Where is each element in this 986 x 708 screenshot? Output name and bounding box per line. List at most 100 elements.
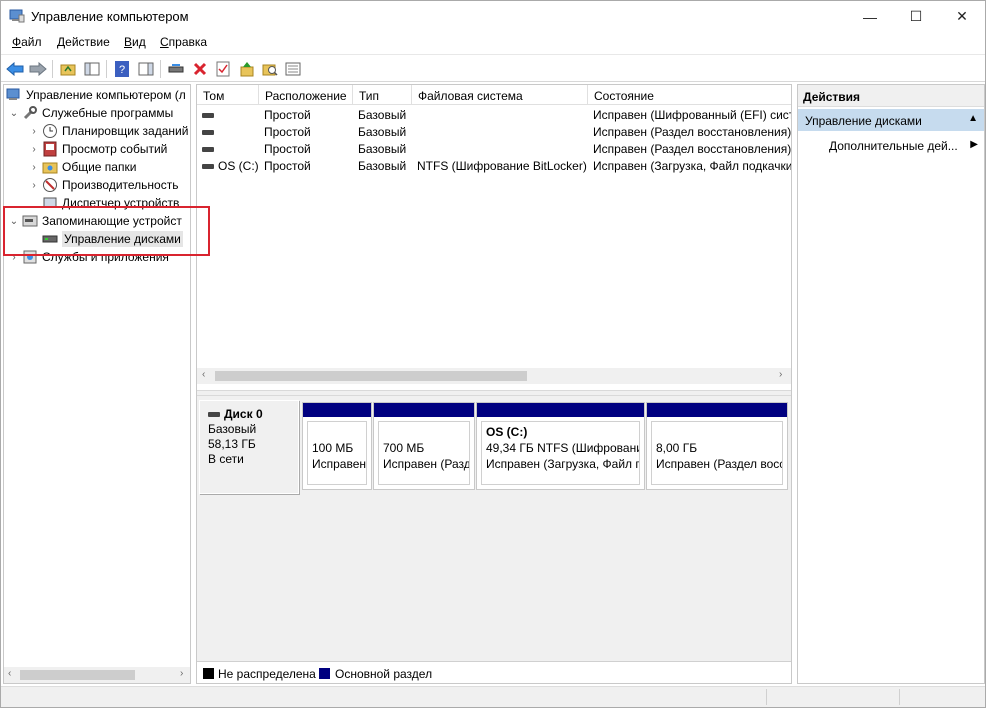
minimize-button[interactable]: — <box>847 1 893 32</box>
help-button[interactable]: ? <box>112 59 132 79</box>
disk-management-icon <box>42 231 58 247</box>
column-header-filesystem[interactable]: Файловая система <box>412 85 588 105</box>
menu-view[interactable]: Вид <box>124 35 146 49</box>
partition-efi[interactable]: 100 МБ Исправен <box>302 402 372 490</box>
tree-item-system-tools[interactable]: ⌄ Служебные программы <box>8 104 173 122</box>
actions-section-disk-management[interactable]: Управление дисками ▲ <box>798 109 984 131</box>
menu-help[interactable]: Справка <box>160 35 207 49</box>
column-header-type[interactable]: Тип <box>353 85 412 105</box>
tree-item-services-applications[interactable]: › Службы и приложения <box>8 248 169 266</box>
back-button[interactable] <box>5 59 25 79</box>
title-bar: Управление компьютером — ☐ ✕ <box>1 1 985 32</box>
scroll-right-icon[interactable]: › <box>180 668 183 679</box>
tree-item-computer-management[interactable]: Управление компьютером (л <box>4 86 186 104</box>
show-hide-tree-button[interactable] <box>82 59 102 79</box>
chevron-down-icon[interactable]: ⌄ <box>8 108 20 119</box>
column-header-volume[interactable]: Том <box>197 85 259 105</box>
collapse-up-icon[interactable]: ▲ <box>968 113 978 124</box>
menu-file[interactable]: Файл <box>12 35 42 49</box>
scrollbar-thumb[interactable] <box>20 670 135 680</box>
tree-item-task-scheduler[interactable]: › Планировщик заданий <box>28 122 188 140</box>
table-row[interactable]: OS (C:) Простой Базовый NTFS (Шифрование… <box>197 157 791 174</box>
volume-list-horizontal-scrollbar[interactable]: ‹ › <box>197 368 791 384</box>
volume-cell <box>202 125 218 139</box>
table-row[interactable]: Простой Базовый Исправен (Раздел восстан… <box>197 140 791 157</box>
status-cell: Исправен (Раздел восстановления) <box>593 125 791 139</box>
tree-item-event-viewer[interactable]: › Просмотр событий <box>28 140 167 158</box>
event-viewer-icon <box>42 141 58 157</box>
partition-recovery-1[interactable]: 700 МБ Исправен (Разд <box>373 402 475 490</box>
status-bar <box>1 686 985 707</box>
table-row[interactable]: Простой Базовый Исправен (Раздел восстан… <box>197 123 791 140</box>
disk-icon <box>208 412 220 418</box>
chevron-right-icon[interactable]: › <box>28 126 40 137</box>
volume-cell <box>202 142 218 156</box>
partition-recovery-2[interactable]: 8,00 ГБ Исправен (Раздел восс <box>646 402 788 490</box>
properties-button[interactable] <box>213 59 233 79</box>
clock-icon <box>42 123 58 139</box>
console-tree-pane: Управление компьютером (л ⌄ Служебные пр… <box>3 84 191 684</box>
disk-0-label[interactable]: Диск 0 Базовый 58,13 ГБ В сети <box>199 400 299 494</box>
chevron-right-icon[interactable]: › <box>28 180 40 191</box>
layout-cell: Простой <box>264 142 311 156</box>
chevron-down-icon[interactable]: ⌄ <box>8 216 20 227</box>
up-level-button[interactable] <box>58 59 78 79</box>
layout-cell: Простой <box>264 108 311 122</box>
svg-text:?: ? <box>119 64 125 76</box>
scroll-left-icon[interactable]: ‹ <box>202 369 205 380</box>
status-segment <box>766 689 899 705</box>
column-header-status[interactable]: Состояние <box>588 85 791 105</box>
tree-item-shared-folders[interactable]: › Общие папки <box>28 158 136 176</box>
chevron-right-icon[interactable]: › <box>28 144 40 155</box>
actions-more-actions[interactable]: Дополнительные дей... ▶ <box>798 135 984 155</box>
primary-partition-bar <box>303 403 371 417</box>
volume-icon <box>202 147 214 153</box>
primary-partition-bar <box>374 403 474 417</box>
computer-management-icon <box>6 87 22 103</box>
legend-unallocated: Не распределена <box>218 667 316 681</box>
forward-arrow-icon <box>29 62 47 76</box>
column-header-layout[interactable]: Расположение <box>259 85 353 105</box>
tree-item-performance[interactable]: › Производительность <box>28 176 178 194</box>
menu-action[interactable]: Действие <box>57 35 110 49</box>
back-arrow-icon <box>6 62 24 76</box>
table-row[interactable]: Простой Базовый Исправен (Шифрованный (E… <box>197 106 791 123</box>
disk-size: 58,13 ГБ <box>208 437 256 451</box>
chevron-right-icon[interactable]: › <box>8 252 20 263</box>
type-cell: Базовый <box>358 159 407 173</box>
partition-os-c[interactable]: OS (C:) 49,34 ГБ NTFS (Шифрование Исправ… <box>476 402 645 490</box>
delete-icon <box>193 62 207 76</box>
scrollbar-thumb[interactable] <box>215 371 527 381</box>
primary-partition-bar <box>477 403 644 417</box>
scroll-left-icon[interactable]: ‹ <box>8 668 11 679</box>
show-hide-action-pane-button[interactable] <box>136 59 156 79</box>
computer-management-icon <box>9 9 25 23</box>
chevron-right-icon[interactable]: › <box>28 162 40 173</box>
delete-button[interactable] <box>190 59 210 79</box>
list-icon <box>285 62 301 76</box>
forward-button[interactable] <box>28 59 48 79</box>
primary-partition-bar <box>647 403 787 417</box>
unallocated-swatch <box>203 668 214 679</box>
close-button[interactable]: ✕ <box>939 1 985 32</box>
shared-folder-icon <box>42 159 58 175</box>
actions-title: Действия <box>798 85 984 107</box>
tree-item-device-manager[interactable]: Диспетчер устройств <box>28 194 179 212</box>
disk-type: Базовый <box>208 422 257 436</box>
console-tree-icon <box>84 62 100 76</box>
help-icon: ? <box>115 61 129 77</box>
menu-bar: Файл Действие Вид Справка <box>1 32 985 54</box>
export-button[interactable] <box>237 59 257 79</box>
submenu-arrow-icon: ▶ <box>970 139 978 150</box>
list-view-button[interactable] <box>283 59 303 79</box>
tree-horizontal-scrollbar[interactable]: ‹ › <box>4 667 190 683</box>
tree-item-storage[interactable]: ⌄ Запоминающие устройст <box>8 212 182 230</box>
search-button[interactable] <box>260 59 280 79</box>
toolbar: ? <box>1 54 985 82</box>
tree-item-disk-management[interactable]: Управление дисками <box>28 230 183 248</box>
connect-drive-button[interactable] <box>166 59 186 79</box>
scroll-right-icon[interactable]: › <box>779 369 782 380</box>
type-cell: Базовый <box>358 125 407 139</box>
maximize-button[interactable]: ☐ <box>893 1 939 32</box>
volume-icon <box>202 164 214 170</box>
